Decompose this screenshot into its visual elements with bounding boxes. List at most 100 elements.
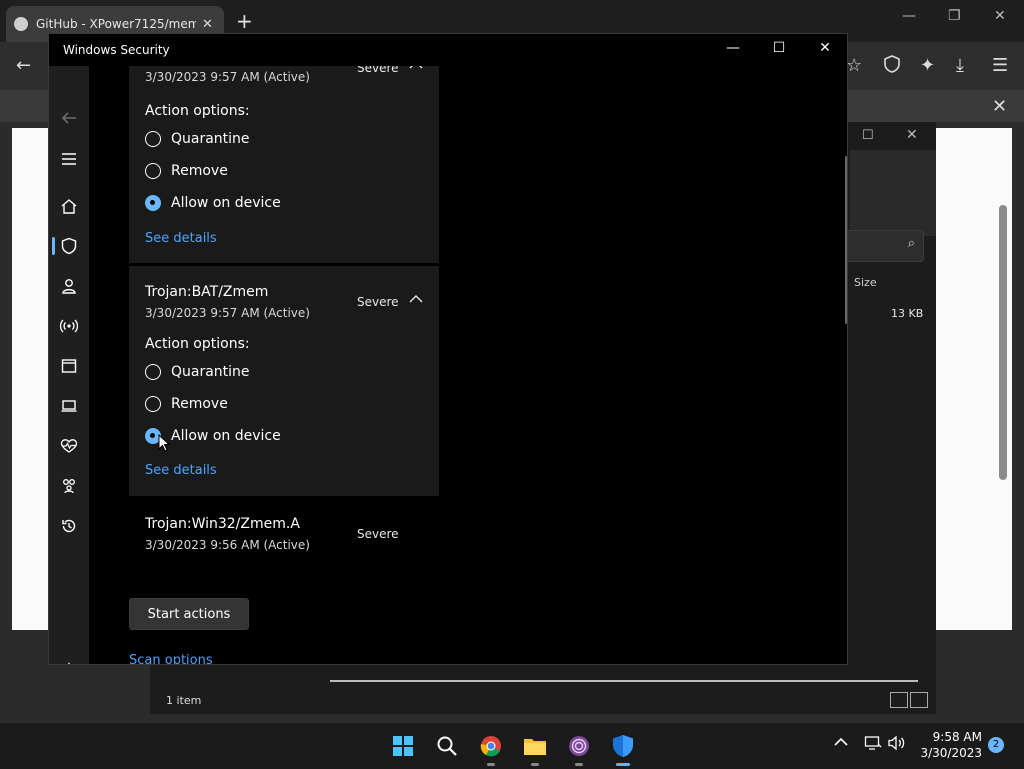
favorite-star-icon[interactable]: ☆ (846, 55, 862, 76)
nav-protection-history[interactable] (49, 509, 89, 543)
close-button[interactable]: ✕ (815, 40, 835, 60)
volume-icon[interactable] (888, 735, 906, 755)
option-label: Remove (171, 163, 228, 179)
nav-settings[interactable] (49, 653, 89, 664)
back-button[interactable] (49, 101, 89, 135)
nav-virus-protection[interactable] (49, 229, 89, 263)
tor-browser-icon (569, 736, 589, 756)
nav-rail (49, 66, 89, 664)
explorer-toolbar (850, 150, 936, 236)
details-view-icon[interactable] (890, 692, 908, 708)
home-icon (61, 199, 77, 214)
explorer-search-box[interactable]: ⌕ (846, 230, 924, 262)
extension-sparkle-icon[interactable]: ✦ (920, 55, 935, 76)
option-quarantine[interactable]: Quarantine (145, 127, 250, 151)
radio-button[interactable] (145, 131, 161, 147)
chevron-up-icon[interactable] (409, 293, 423, 308)
action-options-label: Action options: (145, 336, 250, 352)
nav-home[interactable] (49, 189, 89, 223)
nav-device-security[interactable] (49, 389, 89, 423)
threats-content: 3/30/2023 9:57 AM (Active) Severe Action… (89, 66, 847, 664)
radio-button-selected[interactable] (145, 195, 161, 211)
clock-date: 3/30/2023 (920, 746, 982, 760)
explorer-hscrollbar[interactable] (330, 680, 918, 682)
taskbar-chrome[interactable] (478, 733, 504, 766)
option-remove[interactable]: Remove (145, 159, 228, 183)
show-hidden-icons[interactable] (834, 735, 848, 751)
search-button[interactable] (434, 733, 460, 759)
download-icon[interactable]: ⤓ (956, 55, 964, 76)
taskbar-tor-browser[interactable] (566, 733, 592, 766)
menu-icon[interactable]: ☰ (992, 55, 1008, 76)
taskbar-windows-security[interactable] (610, 733, 636, 766)
nav-device-health[interactable] (49, 429, 89, 463)
browser-scrollbar[interactable] (999, 205, 1007, 480)
back-arrow-icon[interactable]: ← (16, 55, 31, 76)
ws-scrollbar[interactable] (845, 156, 847, 324)
person-icon (62, 279, 76, 294)
browser-close-icon[interactable]: ✕ (994, 8, 1006, 24)
nav-firewall[interactable] (49, 309, 89, 343)
taskbar: 9:58 AM 3/30/2023 2 (0, 722, 1024, 769)
start-button[interactable] (390, 733, 416, 759)
browser-tab-title: GitHub - XPower7125/memz: M (36, 17, 196, 31)
shield-icon (61, 237, 77, 255)
hamburger-menu-button[interactable] (49, 142, 89, 176)
history-icon (62, 519, 76, 533)
tiles-view-icon[interactable] (910, 692, 928, 708)
window-title: Windows Security (63, 43, 170, 57)
system-clock[interactable]: 9:58 AM 3/30/2023 (918, 729, 982, 761)
chevron-up-icon[interactable] (409, 66, 423, 74)
info-bar-close-icon[interactable]: ✕ (992, 96, 1007, 117)
maximize-button[interactable]: ☐ (769, 40, 789, 60)
heart-pulse-icon (60, 439, 78, 453)
clock-time: 9:58 AM (932, 730, 982, 744)
file-size-cell: 13 KB (891, 307, 924, 320)
threat-card-2[interactable]: Trojan:BAT/Zmem 3/30/2023 9:57 AM (Activ… (129, 266, 439, 496)
radio-button[interactable] (145, 163, 161, 179)
option-allow-on-device[interactable]: Allow on device (145, 191, 281, 215)
threat-name: Trojan:BAT/Zmem (145, 284, 269, 300)
radio-button[interactable] (145, 396, 161, 412)
nav-account-protection[interactable] (49, 269, 89, 303)
column-header-size[interactable]: Size (854, 276, 877, 289)
nav-family-options[interactable] (49, 469, 89, 503)
option-quarantine[interactable]: Quarantine (145, 360, 250, 384)
taskbar-file-explorer[interactable] (522, 733, 548, 766)
mouse-cursor-icon (158, 434, 170, 452)
browser-minimize-icon[interactable]: — (902, 8, 916, 24)
network-icon[interactable] (864, 735, 882, 755)
radio-button[interactable] (145, 364, 161, 380)
option-label: Allow on device (171, 428, 281, 444)
nav-app-browser-control[interactable] (49, 349, 89, 383)
tab-close-icon[interactable]: ✕ (202, 17, 213, 32)
shield-extension-icon[interactable] (884, 55, 900, 78)
notification-badge[interactable]: 2 (988, 737, 1004, 753)
windows-security-window: Windows Security — ☐ ✕ 3/30/2023 9:57 AM… (48, 33, 848, 665)
see-details-link[interactable]: See details (145, 463, 217, 478)
threat-name: Trojan:Win32/Zmem.A (145, 516, 300, 532)
explorer-close-icon[interactable]: ✕ (906, 127, 918, 143)
start-actions-button[interactable]: Start actions (129, 598, 249, 630)
option-label: Quarantine (171, 131, 250, 147)
threat-item-3[interactable]: Trojan:Win32/Zmem.A 3/30/2023 9:56 AM (A… (129, 502, 439, 562)
new-tab-button[interactable]: + (236, 9, 253, 33)
see-details-link[interactable]: See details (145, 231, 217, 246)
explorer-maximize-icon[interactable]: ☐ (862, 128, 874, 143)
scan-options-link[interactable]: Scan options (129, 653, 213, 664)
family-icon (63, 479, 75, 494)
explorer-view-toggles[interactable] (888, 692, 928, 710)
app-window-icon (61, 359, 77, 373)
running-indicator (531, 763, 539, 766)
option-remove[interactable]: Remove (145, 392, 228, 416)
option-label: Quarantine (171, 364, 250, 380)
chrome-icon (480, 736, 501, 757)
minimize-button[interactable]: — (723, 40, 743, 60)
windows-logo-icon (393, 736, 413, 756)
browser-maximize-icon[interactable]: ❐ (948, 8, 961, 24)
folder-icon (524, 739, 546, 755)
laptop-icon (61, 400, 77, 412)
option-label: Remove (171, 396, 228, 412)
threat-date: 3/30/2023 9:57 AM (Active) (145, 70, 310, 84)
threat-card-1[interactable]: 3/30/2023 9:57 AM (Active) Severe Action… (129, 66, 439, 263)
